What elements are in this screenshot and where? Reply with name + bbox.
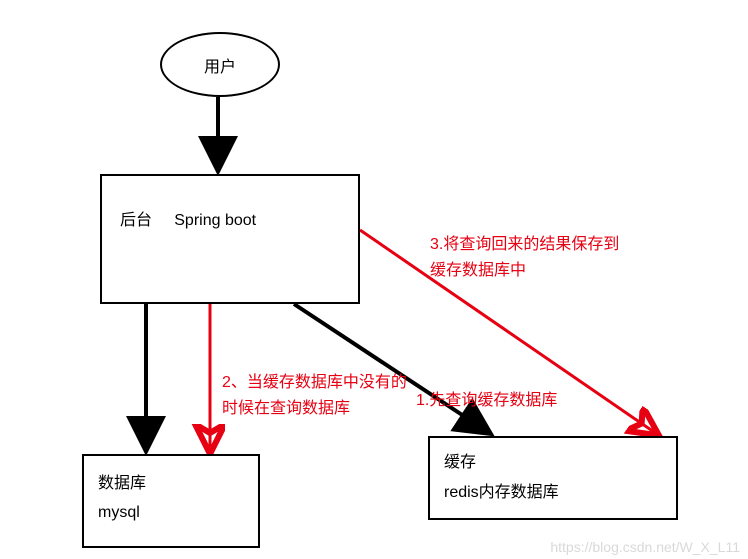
backend-label-2: Spring boot: [174, 212, 256, 229]
db-label-1: 数据库: [98, 470, 244, 499]
backend-label-1: 后台: [120, 212, 152, 229]
backend-node: 后台 Spring boot: [100, 174, 360, 304]
user-node: 用户: [160, 32, 280, 97]
cache-label-1: 缓存: [444, 448, 662, 478]
db-label-2: mysql: [98, 499, 244, 528]
cache-node: 缓存 redis内存数据库: [428, 436, 678, 520]
user-label: 用户: [204, 53, 236, 77]
annotation-step3: 3.将查询回来的结果保存到缓存数据库中: [430, 232, 630, 283]
database-node: 数据库 mysql: [82, 454, 260, 548]
annotation-step1: 1.先查询缓存数据库: [416, 388, 557, 414]
watermark: https://blog.csdn.net/W_X_L11: [550, 539, 740, 555]
annotation-step2: 2、当缓存数据库中没有的时候在查询数据库: [222, 370, 417, 421]
cache-label-2: redis内存数据库: [444, 478, 662, 508]
